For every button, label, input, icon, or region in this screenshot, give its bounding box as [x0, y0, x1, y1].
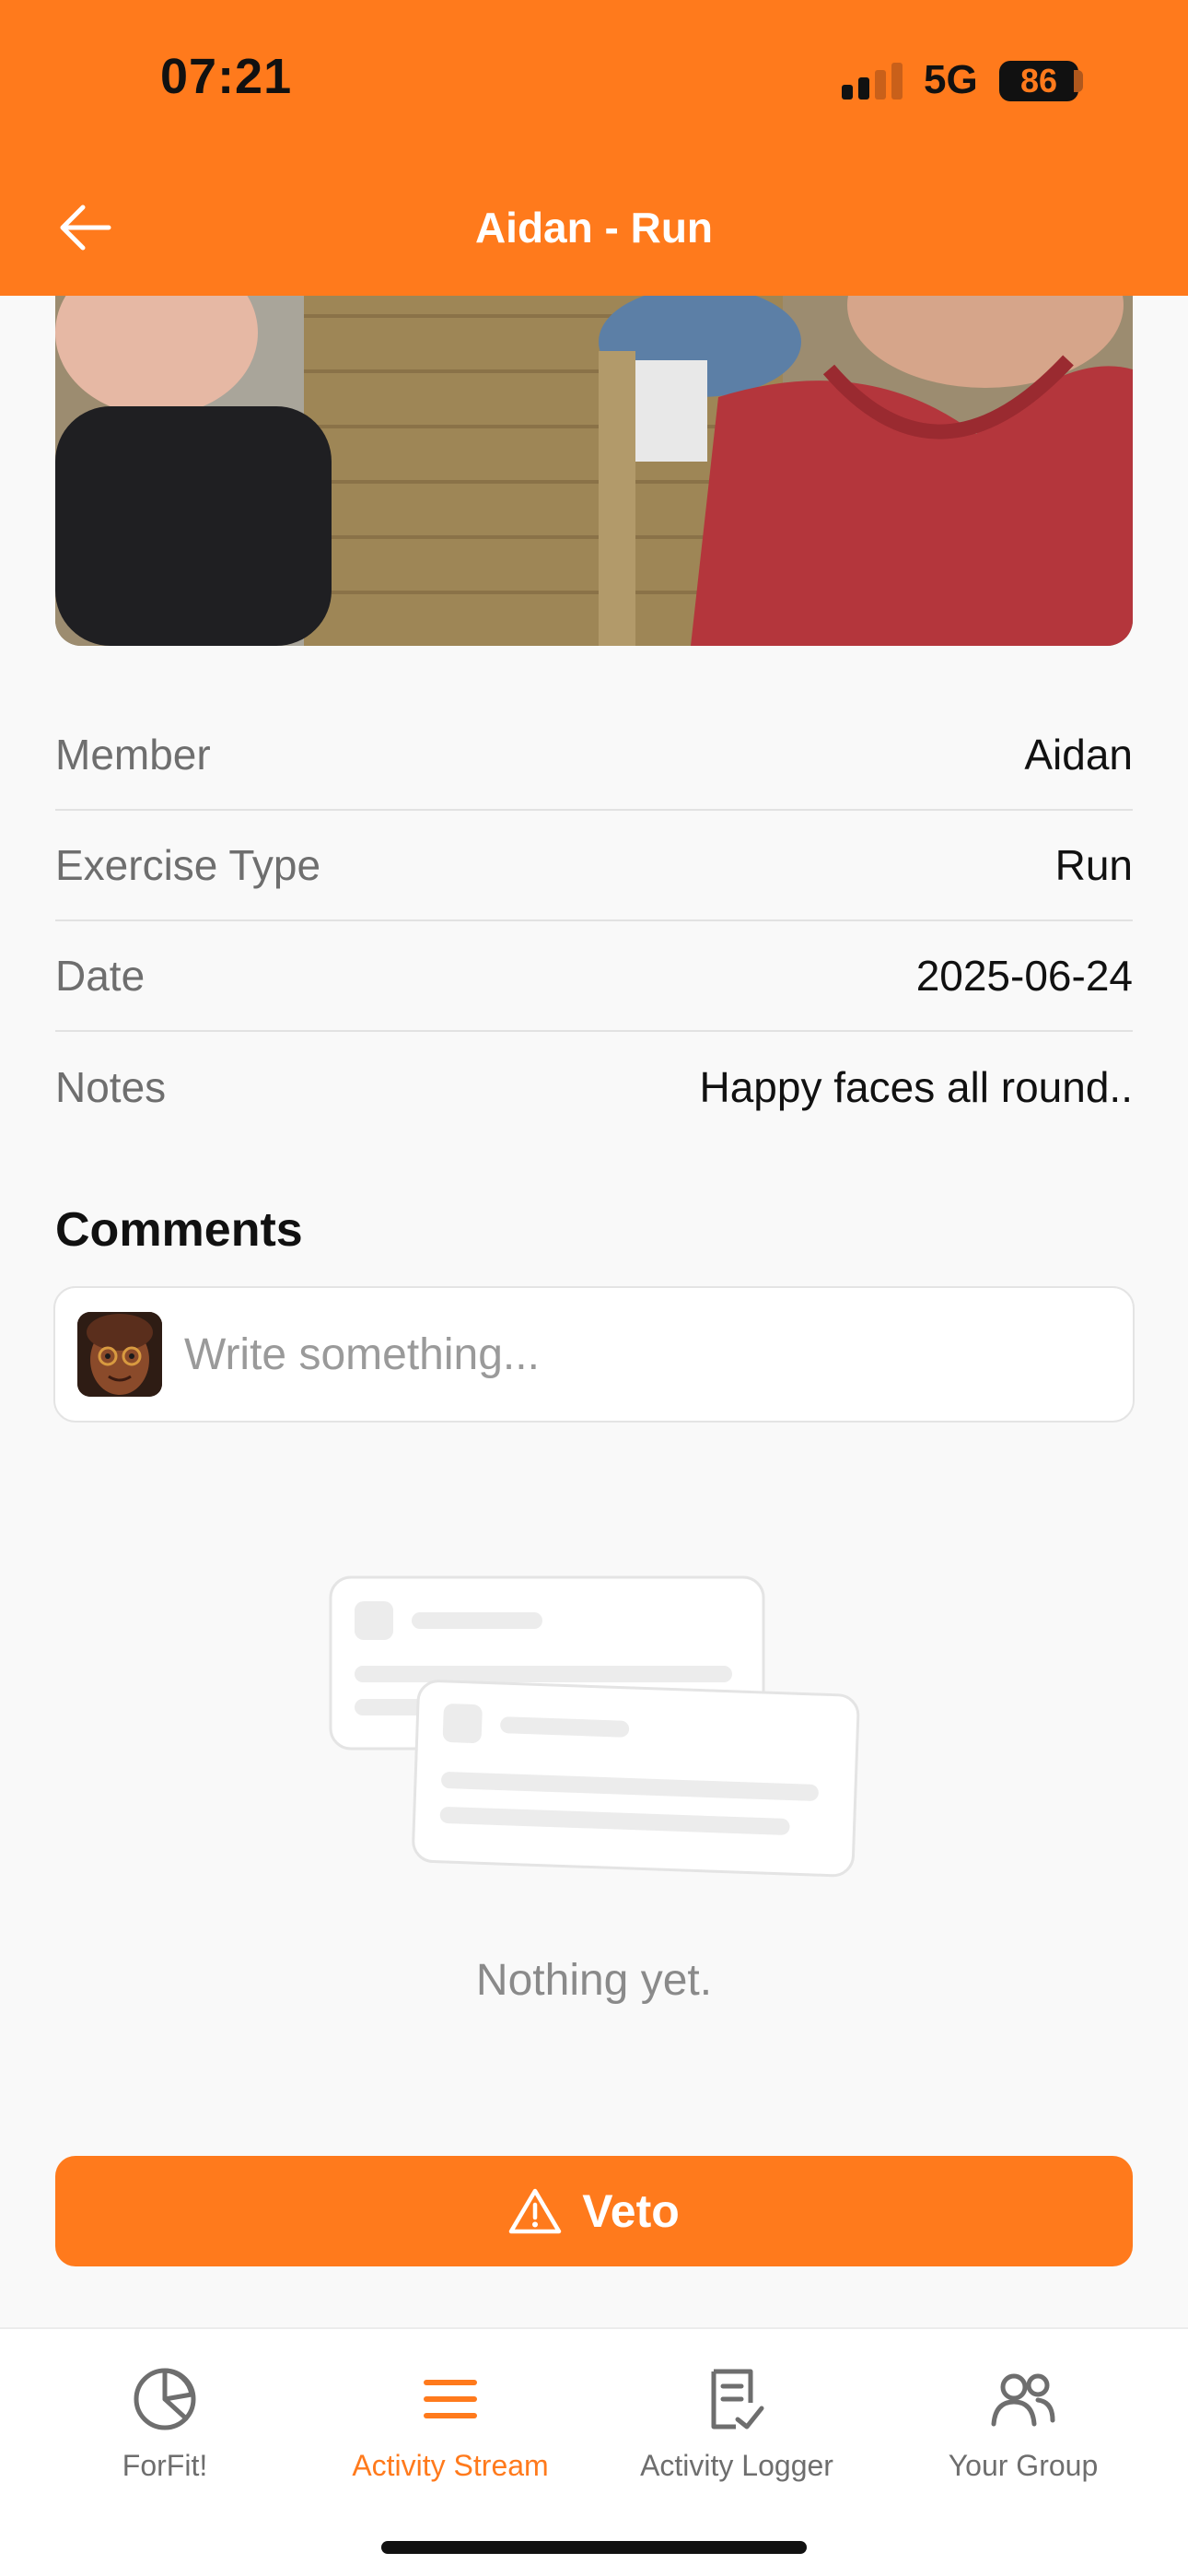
detail-value: Run — [1054, 841, 1133, 889]
empty-state-illustration — [327, 1574, 861, 1887]
battery-level: 86 — [999, 61, 1078, 101]
tab-your-group[interactable]: Your Group — [876, 2362, 1171, 2483]
menu-lines-icon — [303, 2362, 598, 2436]
detail-row-member: Member Aidan — [55, 700, 1133, 811]
checklist-icon — [589, 2362, 884, 2436]
header-bar: 07:21 5G 86 Aidan - Run — [0, 0, 1188, 296]
tab-label: ForFit! — [122, 2449, 208, 2482]
signal-strength-icon — [842, 63, 906, 100]
comment-input[interactable] — [184, 1329, 1133, 1380]
activity-details: Member Aidan Exercise Type Run Date 2025… — [55, 700, 1133, 1142]
detail-row-date: Date 2025-06-24 — [55, 921, 1133, 1032]
detail-row-notes: Notes Happy faces all round.. — [55, 1032, 1133, 1142]
veto-button[interactable]: Veto — [55, 2156, 1133, 2266]
home-indicator[interactable] — [381, 2541, 807, 2554]
comments-heading: Comments — [55, 1203, 303, 1257]
tab-activity-stream[interactable]: Activity Stream — [303, 2362, 598, 2483]
avatar — [77, 1312, 162, 1397]
page-title: Aidan - Run — [474, 204, 714, 252]
detail-row-exercise-type: Exercise Type Run — [55, 811, 1133, 921]
detail-value: Aidan — [1024, 731, 1133, 779]
status-time: 07:21 — [160, 49, 293, 104]
detail-label: Exercise Type — [55, 841, 321, 889]
veto-label: Veto — [582, 2185, 680, 2237]
comment-box[interactable] — [53, 1286, 1135, 1423]
tab-activity-logger[interactable]: Activity Logger — [589, 2362, 884, 2483]
tab-forfit[interactable]: ForFit! — [17, 2362, 312, 2483]
network-type: 5G — [924, 57, 978, 102]
tab-label: Your Group — [948, 2449, 1099, 2482]
detail-label: Date — [55, 952, 146, 1000]
group-icon — [876, 2362, 1171, 2436]
tab-label: Activity Logger — [640, 2449, 833, 2482]
detail-value: Happy faces all round.. — [699, 1063, 1134, 1111]
tab-label: Activity Stream — [352, 2449, 549, 2482]
detail-value: 2025-06-24 — [915, 952, 1133, 1000]
battery-icon — [1074, 70, 1083, 92]
warning-triangle-icon — [508, 2187, 562, 2235]
detail-label: Notes — [55, 1063, 167, 1111]
pie-chart-icon — [17, 2362, 312, 2436]
tab-bar: ForFit! Activity Stream Activity Logger — [0, 2327, 1188, 2576]
activity-photo[interactable] — [55, 296, 1133, 646]
detail-label: Member — [55, 731, 211, 779]
empty-comments-text: Nothing yet. — [475, 1956, 713, 2005]
